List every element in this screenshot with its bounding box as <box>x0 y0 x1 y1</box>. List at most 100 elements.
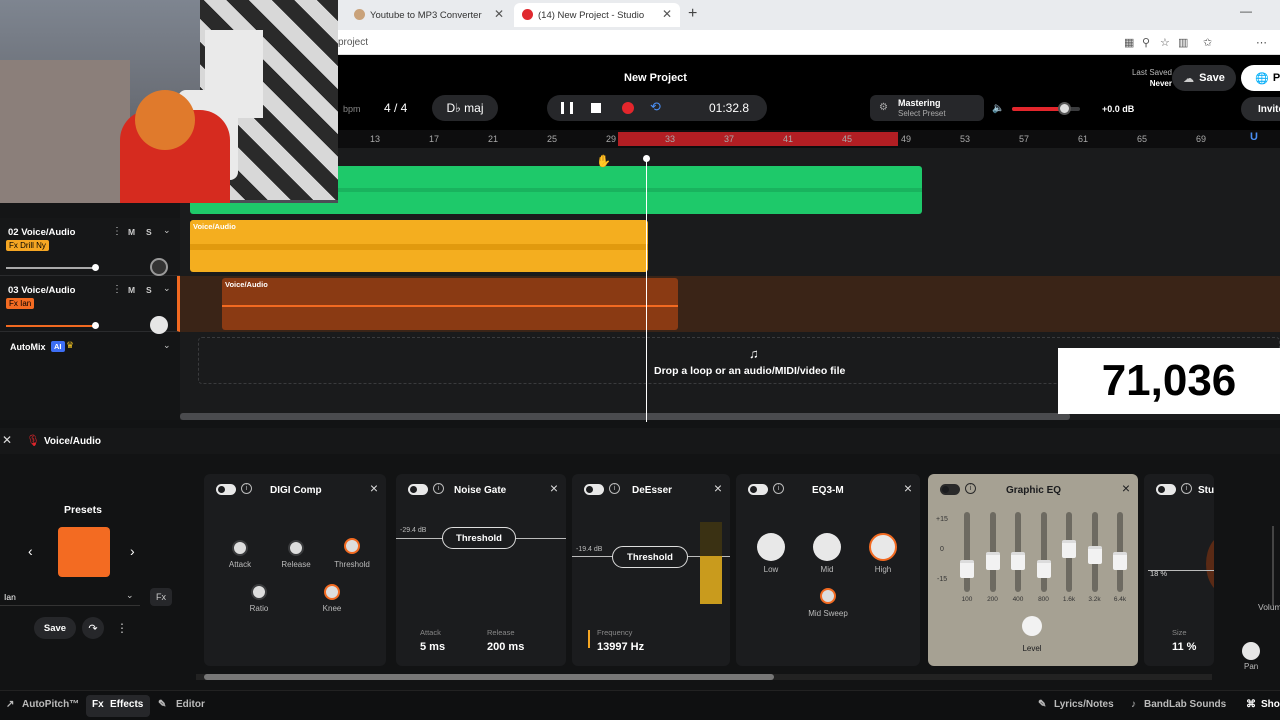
project-title[interactable]: New Project <box>624 72 687 84</box>
eq-band-slider[interactable] <box>1062 540 1076 558</box>
threshold-dropdown[interactable]: Threshold <box>612 546 688 568</box>
key-selector[interactable]: D♭ maj <box>432 95 498 121</box>
loop-region[interactable] <box>618 132 898 146</box>
bandlab-sounds-tab[interactable]: BandLab Sounds <box>1144 699 1226 710</box>
release-knob[interactable] <box>288 540 304 556</box>
chevron-down-icon[interactable]: ⌄ <box>163 340 171 351</box>
eq-band-slider[interactable] <box>985 552 1000 570</box>
record-icon[interactable] <box>622 102 634 114</box>
track-menu-icon[interactable]: ⋮ <box>112 226 122 237</box>
automix-row[interactable]: AutoMix AI ♛ ⌄ <box>0 334 180 360</box>
release-value[interactable]: 200 ms <box>487 641 524 653</box>
volume-fader[interactable] <box>1272 526 1274 606</box>
mid-sweep-knob[interactable] <box>820 588 836 604</box>
fx-enable-toggle[interactable] <box>748 484 768 495</box>
solo-button[interactable]: S <box>146 227 152 237</box>
snap-magnet-icon[interactable]: U <box>1250 131 1258 143</box>
remove-fx-icon[interactable]: × <box>714 480 722 496</box>
attack-value[interactable]: 5 ms <box>420 641 445 653</box>
more-icon[interactable]: ⋯ <box>1256 36 1267 49</box>
effects-scrollbar[interactable] <box>196 674 1212 680</box>
mute-button[interactable]: M <box>128 285 135 295</box>
browser-tab-studio[interactable]: (14) New Project - Studio ✕ <box>514 3 680 27</box>
remove-fx-icon[interactable]: × <box>550 480 558 496</box>
preset-dropdown[interactable]: Ian ⌄ <box>0 588 140 606</box>
chevron-down-icon[interactable]: ⌄ <box>163 283 171 294</box>
scrollbar-thumb[interactable] <box>204 674 774 680</box>
timeline-ruler[interactable]: 13 17 21 25 29 33 37 41 45 49 53 57 61 65 69 U <box>338 130 1280 148</box>
url-input[interactable]: project <box>338 37 368 48</box>
minimize-window-icon[interactable]: — <box>1240 4 1252 18</box>
preset-artwork[interactable] <box>58 527 110 577</box>
fx-enable-toggle[interactable] <box>216 484 236 495</box>
zoom-icon[interactable]: ⚲ <box>1142 36 1150 49</box>
close-tab-icon[interactable]: ✕ <box>494 7 504 21</box>
track-name[interactable]: 03 Voice/Audio <box>8 285 75 296</box>
timeline-scrollbar[interactable] <box>180 413 1280 420</box>
fx-enable-toggle[interactable] <box>1156 484 1176 495</box>
audio-clip[interactable]: Voice/Audio <box>222 278 678 330</box>
fx-enable-toggle[interactable] <box>940 484 960 495</box>
info-icon[interactable]: i <box>965 483 976 494</box>
loop-icon[interactable]: ⟲ <box>650 99 661 115</box>
info-icon[interactable]: i <box>609 483 620 494</box>
eq-band-slider[interactable] <box>960 560 974 578</box>
threshold-knob[interactable] <box>344 538 360 554</box>
track-menu-icon[interactable]: ⋮ <box>112 284 122 295</box>
track-volume-slider[interactable] <box>6 264 99 271</box>
fx-reset-icon[interactable]: Fx <box>150 588 172 606</box>
next-preset-icon[interactable]: › <box>130 543 135 559</box>
pan-knob[interactable] <box>150 258 168 276</box>
track-name[interactable]: 02 Voice/Audio <box>8 227 75 238</box>
high-knob[interactable] <box>869 533 897 561</box>
track-header[interactable]: 02 Voice/Audio Fx Drill Ny ⋮ M S ⌄ <box>0 218 180 276</box>
lyrics-notes-tab[interactable]: Lyrics/Notes <box>1054 699 1114 710</box>
scrollbar-thumb[interactable] <box>180 413 1070 420</box>
audio-clip[interactable]: Voice/Audio <box>190 220 648 272</box>
fx-card-graphic-eq[interactable]: i Graphic EQ × +15 0 -15 100 200 400 800 1.6… <box>928 474 1138 666</box>
knee-knob[interactable] <box>324 584 340 600</box>
fx-card-eq3m[interactable]: i EQ3-M × Low Mid High Mid Sweep <box>736 474 920 666</box>
info-icon[interactable]: i <box>773 483 784 494</box>
time-signature[interactable]: 4 / 4 <box>384 101 407 115</box>
low-knob[interactable] <box>757 533 785 561</box>
browser-tab-youtube-converter[interactable]: Youtube to MP3 Converter ✕ <box>346 3 512 27</box>
fx-card-studio-reverb[interactable]: i Stu 18 % Size 11 % <box>1144 474 1214 666</box>
share-icon[interactable]: ↷ <box>82 617 104 639</box>
remove-fx-icon[interactable]: × <box>370 480 378 496</box>
save-button[interactable]: ☁ Save <box>1172 65 1236 91</box>
fx-card-noise-gate[interactable]: i Noise Gate × -29.4 dB Threshold Attack… <box>396 474 566 666</box>
bpm-label[interactable]: bpm <box>343 104 361 114</box>
size-value[interactable]: 11 % <box>1172 641 1196 653</box>
master-volume-knob[interactable] <box>1058 102 1072 115</box>
master-volume-slider[interactable] <box>1012 102 1080 115</box>
preset-save-button[interactable]: Save <box>34 617 76 639</box>
invite-button[interactable]: Invite <box>1241 97 1280 121</box>
speaker-icon[interactable]: 🔈 <box>992 103 1004 114</box>
effects-tab[interactable]: Effects <box>110 699 143 710</box>
pan-knob[interactable] <box>1242 642 1260 660</box>
previous-preset-icon[interactable]: ‹ <box>28 543 33 559</box>
mid-knob[interactable] <box>813 533 841 561</box>
close-icon[interactable]: ✕ <box>2 433 12 447</box>
info-icon[interactable]: i <box>433 483 444 494</box>
threshold-dropdown[interactable]: Threshold <box>442 527 516 549</box>
fx-enable-toggle[interactable] <box>584 484 604 495</box>
close-tab-icon[interactable]: ✕ <box>662 7 672 21</box>
track-volume-slider[interactable] <box>6 322 99 329</box>
autopitch-tab[interactable]: AutoPitch™ <box>22 699 79 710</box>
chevron-down-icon[interactable]: ⌄ <box>163 225 171 236</box>
new-tab-icon[interactable]: + <box>688 5 697 23</box>
mute-button[interactable]: M <box>128 227 135 237</box>
playhead-handle[interactable] <box>643 155 650 162</box>
solo-button[interactable]: S <box>146 285 152 295</box>
track-header[interactable]: 03 Voice/Audio Fx Ian ⋮ M S ⌄ <box>0 276 180 334</box>
editor-tab[interactable]: Editor <box>176 699 205 710</box>
fader-knob[interactable] <box>92 264 99 271</box>
shortcuts-tab[interactable]: Sho <box>1261 699 1280 710</box>
eq-band-slider[interactable] <box>1113 552 1127 570</box>
frequency-value[interactable]: 13997 Hz <box>597 641 644 653</box>
sidebar-icon[interactable]: ▥ <box>1178 36 1188 49</box>
fader-knob[interactable] <box>92 322 99 329</box>
track-fx-badge[interactable]: Fx Drill Ny <box>6 240 49 251</box>
